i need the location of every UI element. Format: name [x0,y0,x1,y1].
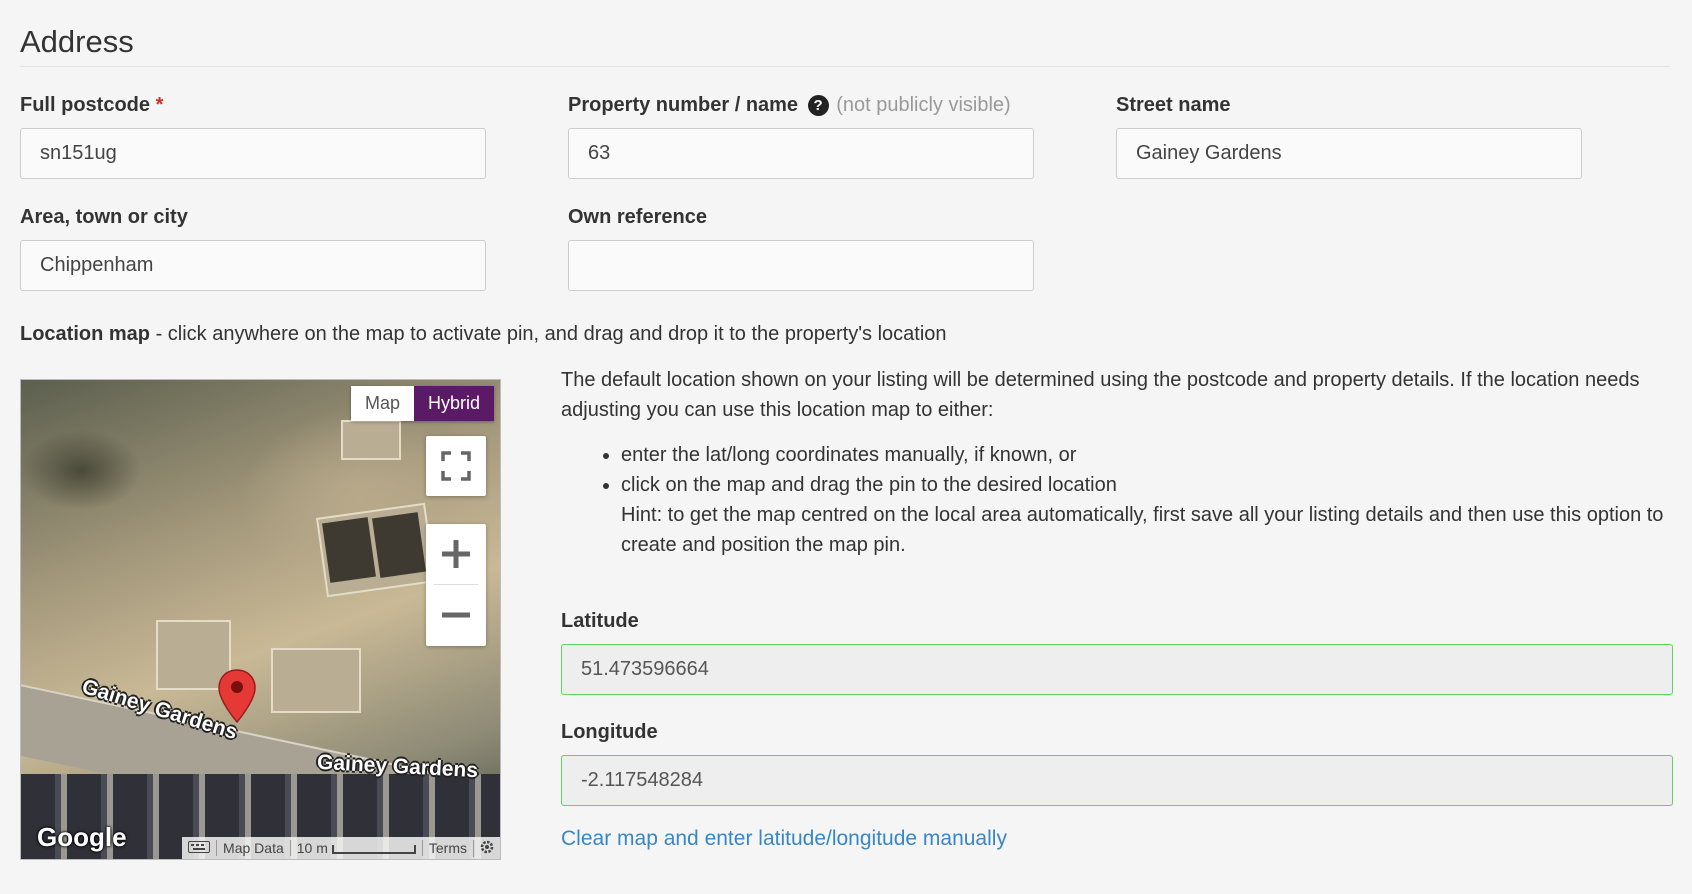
location-description: The default location shown on your listi… [561,369,1640,421]
map-attribution: Map Data 10 m Terms [182,837,500,859]
location-options-list: enter the lat/long coordinates manually,… [561,440,1671,560]
latitude-input[interactable] [561,644,1673,695]
google-logo: Google [37,822,127,852]
street-label: Street name [1116,94,1231,116]
keyboard-icon [188,841,211,853]
property-group: Property number / name ? (not publicly v… [568,94,1034,179]
clear-map-link[interactable]: Clear map and enter latitude/longitude m… [561,827,1007,851]
map-building-shadow [322,517,376,583]
longitude-label: Longitude [561,721,658,743]
latitude-group: Latitude [561,610,1673,695]
fullscreen-button[interactable] [426,436,486,496]
map-instructions: Location map - click anywhere on the map… [20,323,947,346]
longitude-input[interactable] [561,755,1673,806]
own-reference-group: Own reference [568,206,1034,291]
not-public-note: (not publicly visible) [836,94,1011,116]
postcode-label-text: Full postcode [20,94,150,116]
own-reference-label: Own reference [568,206,707,228]
option-drag-pin-text: click on the map and drag the pin to the… [621,474,1117,496]
street-group: Street name [1116,94,1582,179]
map-settings-button[interactable] [473,839,500,857]
help-icon[interactable]: ? [807,95,829,116]
terms-link[interactable]: Terms [421,840,473,856]
section-title: Address [20,24,134,59]
area-input[interactable] [20,240,486,291]
map-building-shadow [372,512,426,578]
settings-icon [480,840,494,853]
latitude-label: Latitude [561,610,639,632]
map-type-map-button[interactable]: Map [350,386,414,421]
postcode-label: Full postcode * [20,94,486,117]
option-drag-pin: click on the map and drag the pin to the… [621,470,1671,560]
map-instructions-text: - click anywhere on the map to activate … [150,323,947,345]
option-manual-coordinates: enter the lat/long coordinates manually,… [621,440,1671,470]
street-input[interactable] [1116,128,1582,179]
map-building [341,420,401,460]
postcode-group: Full postcode * [20,94,486,179]
zoom-control [426,524,486,646]
map-scale-bar [331,844,416,854]
map-scale-label: 10 m [296,840,328,856]
property-label-text: Property number / name [568,94,799,116]
map-pin-icon[interactable] [217,668,257,724]
zoom-in-button[interactable] [426,524,486,584]
property-input[interactable] [568,128,1034,179]
location-map[interactable]: Gainey Gardens Gainey Gardens Map Hybrid… [20,379,501,860]
fullscreen-icon [441,451,471,481]
map-type-hybrid-button[interactable]: Hybrid [413,386,494,421]
zoom-in-icon [442,540,470,568]
map-building [271,648,361,713]
required-mark: * [155,94,164,116]
map-scale[interactable]: 10 m [289,840,422,856]
property-label: Property number / name ? (not publicly v… [568,94,1034,117]
map-instructions-title: Location map [20,323,151,345]
map-type-control: Map Hybrid [350,386,494,421]
map-hint: Hint: to get the map centred on the loca… [621,504,1664,556]
area-group: Area, town or city [20,206,486,291]
map-data-link[interactable]: Map Data [216,840,290,856]
own-reference-input[interactable] [568,240,1034,291]
zoom-out-button[interactable] [426,585,486,645]
zoom-out-icon [442,612,470,618]
longitude-group: Longitude [561,721,1673,806]
section-divider [20,66,1670,67]
area-label: Area, town or city [20,206,188,228]
keyboard-shortcuts-button[interactable] [182,840,216,856]
postcode-input[interactable] [20,128,486,179]
